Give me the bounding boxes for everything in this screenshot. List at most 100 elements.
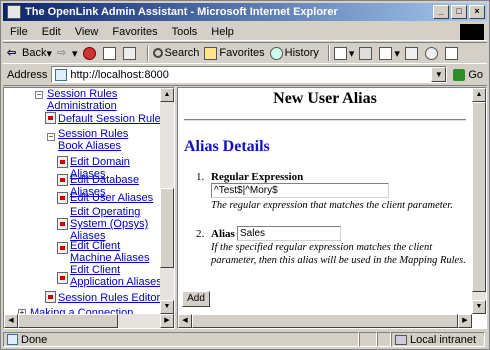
close-button[interactable]: × <box>469 5 485 19</box>
tree-item-session-rules-editor[interactable]: Session Rules Editor <box>58 292 168 304</box>
go-button[interactable]: Go <box>453 68 484 81</box>
scroll-right-button[interactable]: ▶ <box>160 314 174 328</box>
status-text: Done <box>21 333 48 346</box>
address-dropdown-button[interactable]: ▼ <box>431 67 447 82</box>
page-icon <box>57 218 68 230</box>
related-button[interactable] <box>444 46 460 60</box>
zone-cell: Local intranet <box>391 332 485 347</box>
nav-vertical-scrollbar[interactable]: ▲ ▼ <box>160 88 174 314</box>
scroll-up-button[interactable]: ▲ <box>472 88 486 102</box>
page-icon <box>57 192 68 204</box>
refresh-button[interactable] <box>102 46 118 60</box>
tree-item-default-session-rules[interactable]: Default Session Rules <box>58 113 168 125</box>
menu-help[interactable]: Help <box>204 26 241 38</box>
main-vertical-scrollbar[interactable]: ▲ ▼ <box>472 88 486 314</box>
tree-item-edit-os-aliases[interactable]: Edit Operating System (Opsys) Aliases <box>70 206 160 242</box>
content-area: − Session Rules Administration Default S… <box>3 87 487 329</box>
address-label: Address <box>7 68 48 81</box>
messenger-button[interactable] <box>424 46 440 60</box>
print-icon <box>359 46 373 60</box>
nav-horizontal-scrollbar[interactable]: ◀ ▶ <box>4 314 174 328</box>
menu-favorites[interactable]: Favorites <box>105 26 164 38</box>
section-title: Alias Details <box>184 138 270 155</box>
print-button[interactable] <box>359 46 374 60</box>
tree-item-edit-user-aliases[interactable]: Edit User Aliases <box>70 192 166 204</box>
page-icon <box>57 242 68 254</box>
collapse-toggle[interactable]: − <box>47 133 55 141</box>
menu-edit[interactable]: Edit <box>35 26 68 38</box>
mail-button[interactable]: ▾ <box>333 46 354 60</box>
maximize-button[interactable]: □ <box>451 5 467 19</box>
favorites-label: Favorites <box>219 47 265 59</box>
tree-item-session-rules-book-aliases[interactable]: Session Rules Book Aliases <box>58 128 154 152</box>
menu-tools[interactable]: Tools <box>165 26 205 38</box>
discuss-icon <box>404 46 418 60</box>
scroll-up-button[interactable]: ▲ <box>160 88 174 102</box>
home-button[interactable] <box>122 46 138 60</box>
back-arrow-icon: ⇦ <box>7 46 17 59</box>
messenger-icon <box>424 46 438 60</box>
h-scroll-track[interactable] <box>118 314 160 328</box>
item-number: 1. <box>196 171 205 183</box>
status-empty-cell <box>377 332 391 347</box>
favorites-button[interactable]: Favorites <box>204 46 265 60</box>
tree-item-edit-client-machine-aliases[interactable]: Edit Client Machine Aliases <box>70 240 160 264</box>
title-bar: The OpenLink Admin Assistant - Microsoft… <box>3 3 487 21</box>
page-icon <box>45 112 56 124</box>
scroll-left-button[interactable]: ◀ <box>178 314 192 328</box>
back-button[interactable]: ⇦ Back ▾ <box>7 47 52 60</box>
scroll-down-button[interactable]: ▼ <box>160 300 174 314</box>
scroll-down-button[interactable]: ▼ <box>472 300 486 314</box>
history-button[interactable]: History <box>269 46 319 60</box>
alias-input[interactable] <box>237 226 341 241</box>
divider <box>184 119 466 121</box>
search-label: Search <box>164 47 200 59</box>
window-title: The OpenLink Admin Assistant - Microsoft… <box>25 6 338 18</box>
forward-arrow-icon: ⇨ <box>57 46 67 59</box>
h-scroll-thumb[interactable] <box>192 314 458 328</box>
history-label: History <box>284 47 319 59</box>
go-label: Go <box>468 68 484 81</box>
page-icon <box>57 272 68 284</box>
add-button[interactable]: Add <box>182 291 210 307</box>
zone-text: Local intranet <box>410 333 477 346</box>
scroll-thumb[interactable] <box>160 188 174 268</box>
favorites-icon <box>204 46 218 60</box>
h-scroll-thumb[interactable] <box>18 314 118 328</box>
scroll-thumb[interactable] <box>472 102 486 292</box>
toolbar-separator <box>146 45 149 61</box>
menu-view[interactable]: View <box>68 26 106 38</box>
scroll-left-button[interactable]: ◀ <box>4 314 18 328</box>
regex-input[interactable] <box>211 183 389 198</box>
main-horizontal-scrollbar[interactable]: ◀ ▶ <box>178 314 472 328</box>
menu-bar: File Edit View Favorites Tools Help <box>3 23 487 41</box>
home-icon <box>122 46 136 60</box>
stop-icon <box>82 46 96 60</box>
forward-button[interactable]: ⇨ ▾ <box>57 47 78 60</box>
status-text-cell: Done <box>3 332 359 347</box>
toolbar: ⇦ Back ▾ ⇨ ▾ Search Favorites History ▾ ▾ <box>3 42 487 64</box>
navigation-frame: − Session Rules Administration Default S… <box>3 87 175 329</box>
regex-help-text: The regular expression that matches the … <box>211 200 453 211</box>
browser-window: The OpenLink Admin Assistant - Microsoft… <box>0 0 490 350</box>
search-button[interactable]: Search <box>152 47 200 59</box>
scroll-right-button[interactable]: ▶ <box>458 314 472 328</box>
item-number: 2. <box>196 228 205 240</box>
tree-item-session-rules-admin[interactable]: Session Rules Administration <box>47 88 165 112</box>
address-input[interactable]: http://localhost:8000 ▼ <box>51 66 448 83</box>
go-arrow-icon <box>453 68 466 81</box>
edit-button[interactable]: ▾ <box>379 46 400 60</box>
menu-file[interactable]: File <box>3 26 35 38</box>
page-icon <box>7 334 18 345</box>
refresh-icon <box>102 46 116 60</box>
tree-item-edit-client-application-aliases[interactable]: Edit Client Application Aliases <box>70 264 166 288</box>
intranet-icon <box>395 334 407 345</box>
page-icon <box>55 68 68 81</box>
toolbar-separator-2 <box>327 45 330 61</box>
collapse-toggle[interactable]: − <box>35 91 43 99</box>
stop-button[interactable] <box>82 46 98 60</box>
page-icon <box>45 291 56 303</box>
search-icon <box>152 48 163 58</box>
discuss-button[interactable] <box>404 46 420 60</box>
minimize-button[interactable]: _ <box>433 5 449 19</box>
